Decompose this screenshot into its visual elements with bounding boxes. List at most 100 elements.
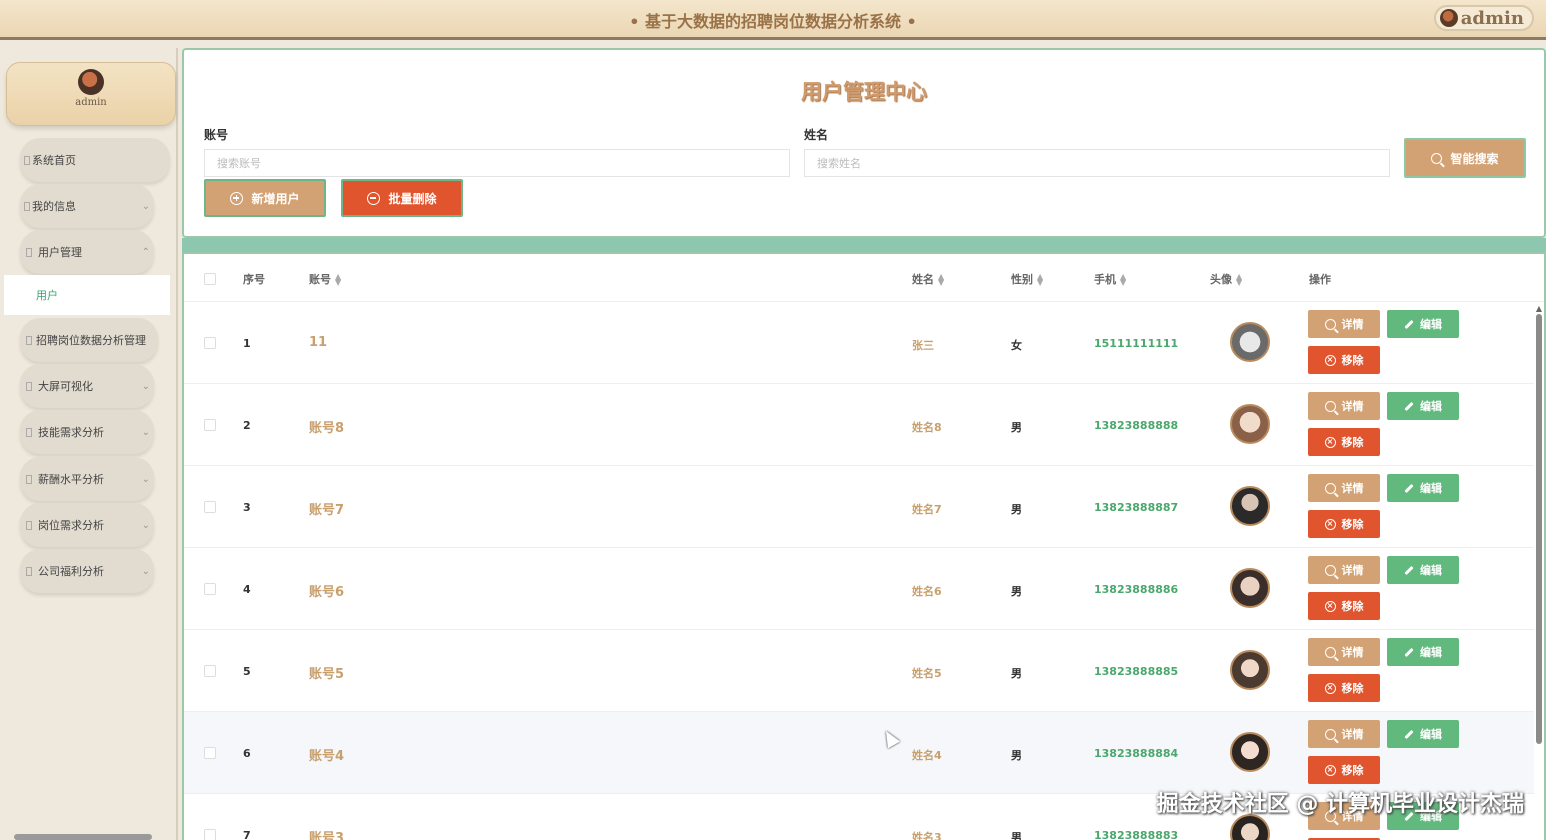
pencil-icon (1404, 647, 1414, 657)
sidebar-item-label: 技能需求分析 (38, 426, 104, 439)
sidebar-item-user-management[interactable]: 用户管理 ⌃ (20, 230, 154, 274)
detail-button[interactable]: 详情 (1308, 720, 1380, 748)
avatar[interactable] (1230, 322, 1270, 362)
account-search-input[interactable] (204, 149, 790, 177)
detail-button[interactable]: 详情 (1308, 556, 1380, 584)
detail-button[interactable]: 详情 (1308, 310, 1380, 338)
button-label: 移除 (1341, 518, 1364, 531)
search-icon (1324, 728, 1336, 740)
header-account[interactable]: 账号 ▲ ▼ (309, 271, 341, 287)
edit-button[interactable]: 编辑 (1387, 392, 1459, 420)
avatar[interactable] (1230, 404, 1270, 444)
sidebar-item-dashboard[interactable]: 大屏可视化 ⌄ (20, 364, 154, 408)
remove-button[interactable]: × 移除 (1308, 674, 1380, 702)
avatar[interactable] (1230, 568, 1270, 608)
table-row[interactable]: 3 账号7 姓名7 男 13823888887 详情 编辑 × 移除 (184, 466, 1534, 548)
table-row[interactable]: 2 账号8 姓名8 男 13823888888 详情 编辑 × 移除 (184, 384, 1534, 466)
edit-button[interactable]: 编辑 (1387, 638, 1459, 666)
search-icon (1431, 152, 1443, 164)
sidebar-item-skill-analysis[interactable]: 技能需求分析 ⌄ (20, 410, 154, 454)
sidebar-user-card[interactable]: admin (6, 62, 176, 126)
detail-button[interactable]: 详情 (1308, 638, 1380, 666)
table-row[interactable]: 6 账号4 姓名4 男 13823888884 详情 编辑 × 移除 (184, 712, 1534, 794)
pencil-icon (1404, 401, 1414, 411)
button-label: 编辑 (1420, 400, 1442, 413)
app-title: • 基于大数据的招聘岗位数据分析系统 • (629, 12, 917, 31)
row-index: 5 (243, 665, 251, 678)
name-search-input[interactable] (804, 149, 1390, 177)
batch-delete-button[interactable]: 批量删除 (341, 179, 463, 217)
table-row[interactable]: 1 11 张三 女 15111111111 详情 编辑 × 移除 (184, 302, 1534, 384)
row-checkbox[interactable] (204, 747, 216, 759)
remove-button[interactable]: × 移除 (1308, 592, 1380, 620)
row-checkbox[interactable] (204, 501, 216, 513)
sidebar-item-benefits-analysis[interactable]: 公司福利分析 ⌄ (20, 549, 154, 593)
search-icon (1324, 646, 1336, 658)
close-circle-icon: × (1324, 764, 1336, 776)
table-row[interactable]: 4 账号6 姓名6 男 13823888886 详情 编辑 × 移除 (184, 548, 1534, 630)
table-row[interactable]: 5 账号5 姓名5 男 13823888885 详情 编辑 × 移除 (184, 630, 1534, 712)
user-menu[interactable]: admin (1433, 5, 1534, 31)
button-label: 详情 (1341, 482, 1364, 495)
header-phone[interactable]: 手机 ▲ ▼ (1094, 271, 1126, 287)
row-name: 姓名8 (912, 421, 942, 434)
menu-icon (26, 381, 32, 391)
remove-button[interactable]: × 移除 (1308, 428, 1380, 456)
row-checkbox[interactable] (204, 419, 216, 431)
name-label: 姓名 (804, 128, 829, 142)
avatar[interactable] (1230, 650, 1270, 690)
button-label: 详情 (1341, 646, 1364, 659)
pencil-icon (1404, 565, 1414, 575)
sidebar-item-my-info[interactable]: 我的信息 ⌄ (20, 184, 154, 228)
watermark: 掘金技术社区 @ 计算机毕业设计杰瑞 (1156, 792, 1524, 817)
remove-button[interactable]: × 移除 (1308, 346, 1380, 374)
remove-button[interactable]: × 移除 (1308, 510, 1380, 538)
header-avatar[interactable]: 头像 ▲ ▼ (1210, 271, 1242, 287)
detail-button[interactable]: 详情 (1308, 392, 1380, 420)
row-checkbox[interactable] (204, 829, 216, 840)
row-gender: 男 (1011, 585, 1022, 598)
chevron-down-icon: ⌄ (141, 200, 150, 212)
add-user-button[interactable]: 新增用户 (204, 179, 326, 217)
menu-icon (26, 247, 32, 257)
header-actions: 操作 (1309, 273, 1331, 286)
search-icon (1324, 318, 1336, 330)
sort-icon: ▲ ▼ (1120, 272, 1127, 287)
sidebar-scrollbar[interactable] (14, 834, 152, 840)
row-checkbox[interactable] (204, 337, 216, 349)
sort-icon: ▲ ▼ (1236, 272, 1243, 287)
row-account: 账号8 (309, 421, 345, 436)
header-gender[interactable]: 性别 ▲ ▼ (1011, 271, 1043, 287)
detail-button[interactable]: 详情 (1308, 474, 1380, 502)
sidebar-item-job-analysis-management[interactable]: 招聘岗位数据分析管理 (20, 318, 158, 362)
account-label: 账号 (204, 128, 229, 142)
row-index: 4 (243, 583, 251, 596)
row-checkbox[interactable] (204, 583, 216, 595)
chevron-down-icon: ⌄ (141, 426, 150, 438)
edit-button[interactable]: 编辑 (1387, 474, 1459, 502)
sidebar-item-salary-analysis[interactable]: 薪酬水平分析 ⌄ (20, 457, 154, 501)
avatar[interactable] (1230, 732, 1270, 772)
edit-button[interactable]: 编辑 (1387, 720, 1459, 748)
user-name: admin (1460, 7, 1524, 29)
sidebar-item-home[interactable]: 系统首页 (20, 138, 170, 182)
pencil-icon (1404, 483, 1414, 493)
sidebar-item-label: 薪酬水平分析 (38, 473, 104, 486)
select-all-checkbox[interactable] (204, 273, 216, 285)
chevron-down-icon: ⌄ (141, 473, 150, 485)
edit-button[interactable]: 编辑 (1387, 310, 1459, 338)
scroll-up-icon[interactable]: ▲ (1536, 304, 1542, 313)
remove-button[interactable]: × 移除 (1308, 756, 1380, 784)
button-label: 移除 (1341, 436, 1364, 449)
table-scrollbar[interactable] (1536, 314, 1542, 744)
row-name: 姓名3 (912, 831, 942, 840)
sidebar-item-job-demand-analysis[interactable]: 岗位需求分析 ⌄ (20, 503, 154, 547)
smart-search-button[interactable]: 智能搜索 (1404, 138, 1526, 178)
button-label: 编辑 (1420, 482, 1442, 495)
header-name[interactable]: 姓名 ▲ ▼ (912, 271, 944, 287)
edit-button[interactable]: 编辑 (1387, 556, 1459, 584)
button-label: 详情 (1341, 728, 1364, 741)
avatar[interactable] (1230, 486, 1270, 526)
row-checkbox[interactable] (204, 665, 216, 677)
sidebar-subitem-user[interactable]: 用户 (4, 275, 170, 315)
